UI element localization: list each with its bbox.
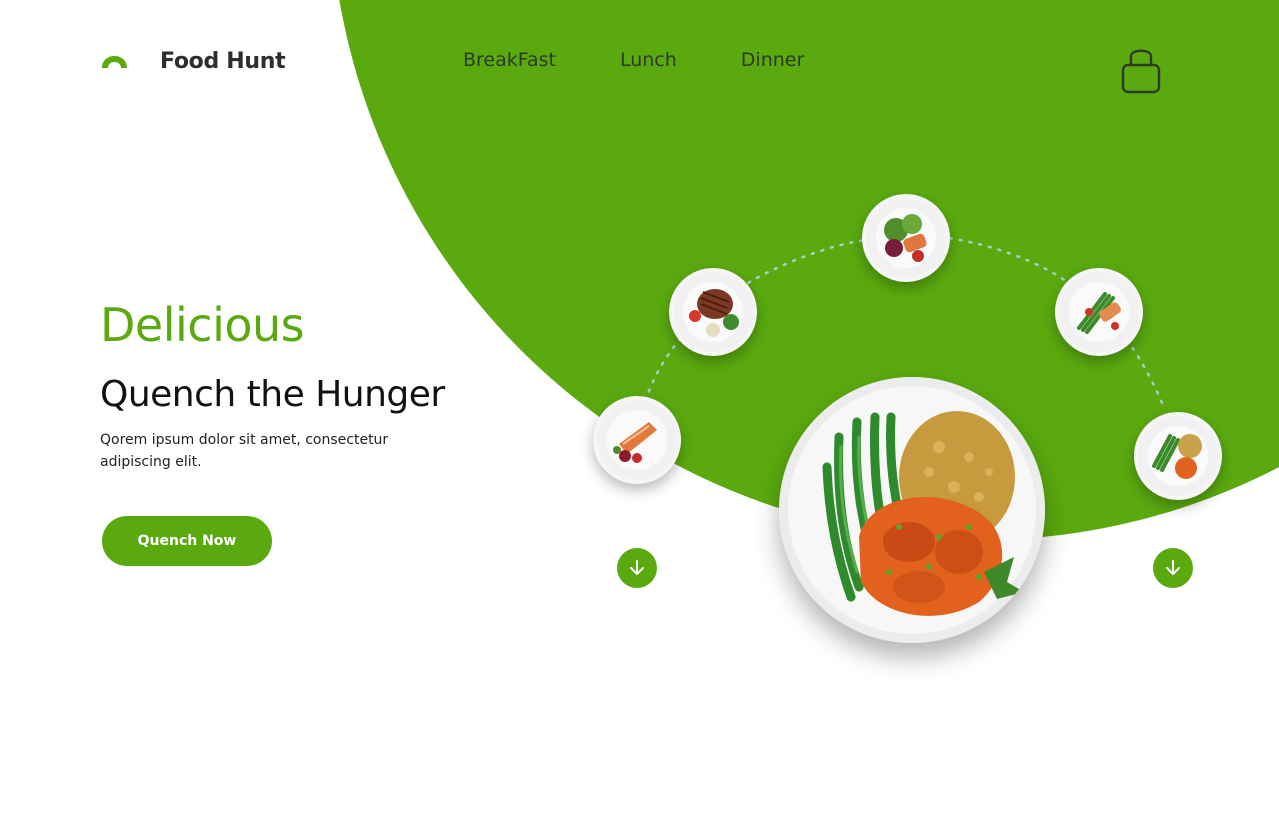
brand-name: Food Hunt: [160, 48, 286, 74]
main-nav: BreakFast Lunch Dinner: [463, 48, 804, 72]
dish-beans-rice-chicken[interactable]: [1134, 412, 1222, 500]
nav-item-lunch[interactable]: Lunch: [620, 48, 677, 72]
landing-page: Food Hunt BreakFast Lunch Dinner Delicio…: [0, 0, 1279, 840]
hero-title: Quench the Hunger: [100, 374, 445, 415]
salmon-fillet-plate-icon: [597, 400, 677, 480]
nav-item-dinner[interactable]: Dinner: [741, 48, 805, 72]
grilled-steak-plate-icon: [673, 272, 753, 352]
dish-salmon-fillet[interactable]: [593, 396, 681, 484]
nav-item-breakfast[interactable]: BreakFast: [463, 48, 556, 72]
dish-grilled-steak[interactable]: [669, 268, 757, 356]
salad-salmon-plate-icon: [866, 198, 946, 278]
arrow-down-icon: [630, 560, 644, 575]
arrow-down-icon: [1166, 560, 1180, 575]
quench-now-button[interactable]: Quench Now: [102, 516, 272, 566]
carousel-next-button[interactable]: [1153, 548, 1193, 588]
shopping-bag-icon[interactable]: [1120, 45, 1162, 95]
carousel-prev-button[interactable]: [617, 548, 657, 588]
hero-description: Qorem ipsum dolor sit amet, consectetur …: [100, 432, 389, 470]
green-beans-rice-chicken-plate-icon: [779, 377, 1045, 643]
featured-dish[interactable]: [779, 377, 1045, 643]
leaf-dome-icon: [102, 56, 127, 68]
dish-asparagus-salmon[interactable]: [1055, 268, 1143, 356]
beans-rice-chicken-plate-icon: [1138, 416, 1218, 496]
hero-tagline: Delicious: [100, 298, 305, 352]
brand-logo[interactable]: Food Hunt: [100, 46, 286, 76]
dish-salad-salmon[interactable]: [862, 194, 950, 282]
asparagus-salmon-plate-icon: [1059, 272, 1139, 352]
